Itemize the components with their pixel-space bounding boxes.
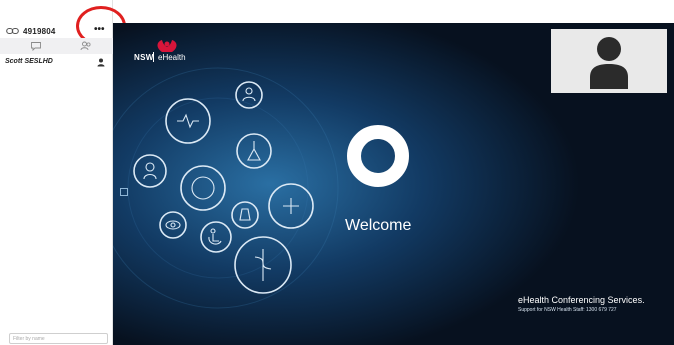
more-options-button[interactable]: ••• bbox=[94, 25, 105, 35]
person-icon bbox=[97, 58, 105, 67]
self-view-video[interactable] bbox=[551, 29, 667, 93]
participant-name: Scott SESLHD bbox=[5, 58, 53, 65]
participant-list-item[interactable]: Scott SESLHD bbox=[0, 56, 112, 70]
filter-by-name-input[interactable] bbox=[9, 333, 108, 344]
brand-ehealth: eHealth bbox=[158, 53, 186, 62]
chat-bubble-icon[interactable] bbox=[30, 41, 42, 51]
avatar-silhouette-icon bbox=[590, 37, 628, 89]
link-icon bbox=[6, 27, 19, 35]
brand-nsw: NSW bbox=[134, 53, 154, 62]
footer-service-title: eHealth Conferencing Services. bbox=[518, 295, 645, 305]
sidebar-tabs bbox=[0, 38, 113, 54]
people-icon[interactable] bbox=[80, 41, 92, 51]
welcome-message: Welcome bbox=[345, 217, 412, 234]
welcome-ring-graphic bbox=[347, 125, 409, 187]
conference-id: 4919804 bbox=[23, 26, 56, 36]
footer-support-text: Support for NSW Health Staff: 1300 679 7… bbox=[518, 307, 617, 313]
expand-panel-icon[interactable] bbox=[120, 188, 128, 196]
conference-id-row: 4919804 bbox=[6, 24, 56, 38]
brand-divider bbox=[153, 52, 154, 62]
participants-sidebar: 4919804 ••• Scott SESLHD bbox=[0, 0, 126, 345]
